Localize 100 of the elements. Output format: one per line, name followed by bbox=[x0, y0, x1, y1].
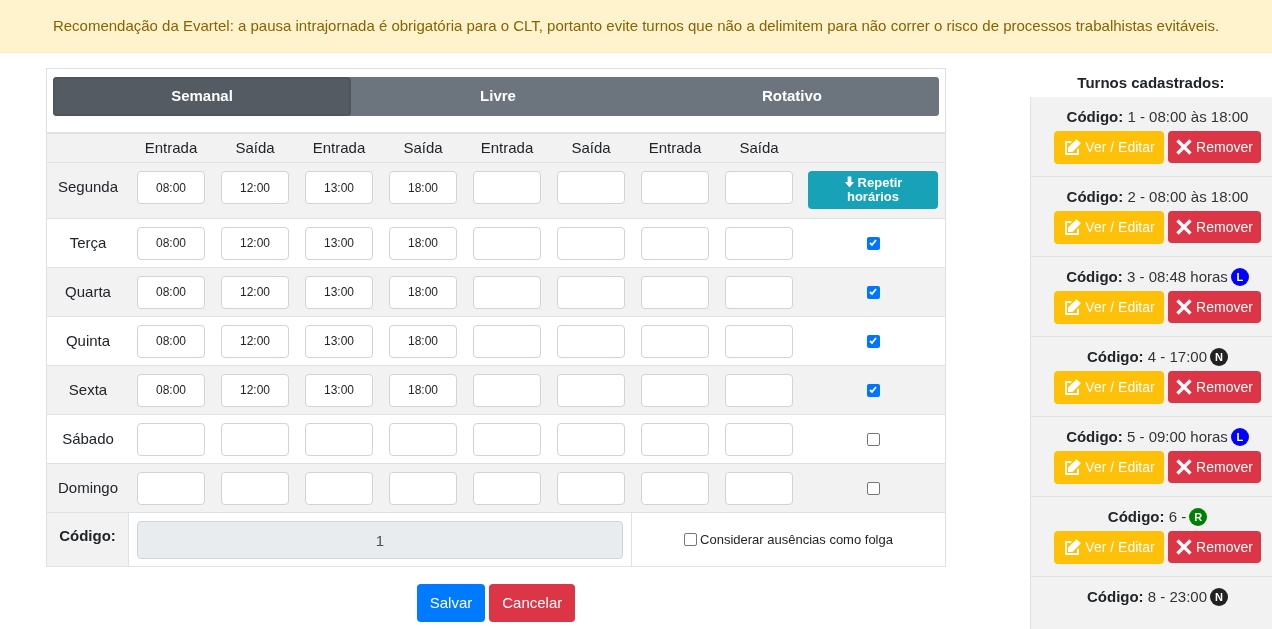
time-input[interactable] bbox=[641, 324, 709, 358]
time-input[interactable] bbox=[305, 471, 373, 505]
close-icon bbox=[1176, 539, 1193, 555]
shift-summary: Código: 1 - 08:00 às 18:00 bbox=[1066, 106, 1249, 127]
time-input[interactable]: 13:00 bbox=[305, 324, 373, 358]
time-input[interactable] bbox=[557, 422, 625, 456]
time-input[interactable] bbox=[641, 275, 709, 309]
close-icon bbox=[1176, 299, 1193, 315]
time-input[interactable]: 12:00 bbox=[221, 226, 289, 260]
time-input[interactable] bbox=[557, 471, 625, 505]
checkbox[interactable] bbox=[866, 432, 880, 446]
shift-summary: Código: 5 - 09:00 horas bbox=[1066, 426, 1228, 447]
remove-button[interactable]: Remover bbox=[1168, 291, 1261, 323]
time-input[interactable] bbox=[725, 422, 793, 456]
day-label: Sexta bbox=[67, 379, 109, 400]
time-input[interactable] bbox=[473, 471, 541, 505]
shift-type-badge: L bbox=[1230, 268, 1249, 286]
time-input[interactable] bbox=[557, 373, 625, 407]
checkbox[interactable] bbox=[684, 533, 698, 546]
time-input[interactable] bbox=[389, 422, 457, 456]
time-input[interactable] bbox=[557, 226, 625, 260]
time-input[interactable] bbox=[305, 422, 373, 456]
time-input[interactable]: 12:00 bbox=[221, 373, 289, 407]
tab[interactable]: Semanal bbox=[53, 77, 351, 116]
time-input[interactable] bbox=[473, 275, 541, 309]
remove-button[interactable]: Remover bbox=[1168, 371, 1261, 403]
time-input[interactable] bbox=[557, 275, 625, 309]
time-input[interactable]: 13:00 bbox=[305, 226, 373, 260]
time-input[interactable] bbox=[641, 373, 709, 407]
time-input[interactable]: 12:00 bbox=[221, 275, 289, 309]
alert-banner: Recomendação da Evartel: a pausa intrajornada é obrigatória para o CLT, portanto evite turnos que não a delimitem para não correr o risco de processos trabalhistas evitáveis. bbox=[0, 0, 1272, 53]
day-label: Terça bbox=[68, 232, 108, 253]
time-input[interactable]: 13:00 bbox=[305, 171, 373, 204]
close-icon bbox=[1176, 219, 1193, 235]
time-input[interactable] bbox=[137, 422, 205, 456]
time-input[interactable] bbox=[221, 422, 289, 456]
time-input[interactable] bbox=[725, 324, 793, 358]
checkbox[interactable] bbox=[866, 285, 880, 299]
time-input[interactable] bbox=[557, 171, 625, 204]
time-input[interactable] bbox=[473, 226, 541, 260]
checkbox[interactable] bbox=[866, 334, 880, 348]
edit-icon bbox=[1063, 378, 1082, 397]
time-input[interactable]: 18:00 bbox=[389, 275, 457, 309]
remove-button[interactable]: Remover bbox=[1168, 211, 1261, 243]
column-header: Saída bbox=[234, 137, 276, 158]
shift-summary: Código: 3 - 08:48 horas bbox=[1066, 266, 1228, 287]
time-input[interactable]: 08:00 bbox=[137, 226, 205, 260]
shift-summary: Código: 6 - bbox=[1107, 506, 1187, 527]
edit-icon bbox=[1063, 538, 1082, 557]
time-input[interactable]: 18:00 bbox=[389, 324, 457, 358]
time-input[interactable]: 12:00 bbox=[221, 324, 289, 358]
checkbox[interactable] bbox=[866, 481, 880, 495]
time-input[interactable] bbox=[557, 324, 625, 358]
time-input[interactable]: 08:00 bbox=[137, 324, 205, 358]
time-input[interactable] bbox=[641, 226, 709, 260]
time-input[interactable]: 13:00 bbox=[305, 373, 373, 407]
time-input[interactable]: 18:00 bbox=[389, 171, 457, 204]
time-input[interactable]: 12:00 bbox=[221, 171, 289, 204]
time-input[interactable] bbox=[473, 422, 541, 456]
time-input[interactable] bbox=[389, 471, 457, 505]
time-input[interactable]: 08:00 bbox=[137, 171, 205, 204]
code-label: Código: bbox=[47, 513, 129, 566]
remove-button[interactable]: Remover bbox=[1168, 451, 1261, 483]
checkbox[interactable] bbox=[866, 383, 880, 397]
time-input[interactable] bbox=[725, 226, 793, 260]
time-input[interactable] bbox=[725, 275, 793, 309]
time-input[interactable]: 08:00 bbox=[137, 373, 205, 407]
time-input[interactable] bbox=[473, 373, 541, 407]
close-icon bbox=[1176, 459, 1193, 475]
column-header: Entrada bbox=[647, 137, 703, 158]
remove-button[interactable]: Remover bbox=[1168, 131, 1261, 163]
time-input[interactable] bbox=[641, 471, 709, 505]
day-label: Sábado bbox=[61, 428, 115, 449]
time-input[interactable]: 08:00 bbox=[137, 275, 205, 309]
time-input[interactable] bbox=[137, 471, 205, 505]
edit-icon bbox=[1063, 218, 1082, 237]
column-header: Entrada bbox=[311, 137, 367, 158]
time-input[interactable] bbox=[641, 422, 709, 456]
close-icon bbox=[1176, 379, 1193, 395]
shift-summary: Código: 2 - 08:00 às 18:00 bbox=[1066, 186, 1249, 207]
time-input[interactable] bbox=[221, 471, 289, 505]
time-input[interactable]: 13:00 bbox=[305, 275, 373, 309]
time-input[interactable]: 18:00 bbox=[389, 226, 457, 260]
day-label: Segunda bbox=[56, 177, 120, 197]
time-input[interactable] bbox=[473, 171, 541, 204]
time-input[interactable]: 18:00 bbox=[389, 373, 457, 407]
save-button[interactable]: Salvar bbox=[416, 584, 486, 622]
time-input[interactable] bbox=[641, 171, 709, 204]
code-input[interactable]: 1 bbox=[137, 521, 623, 559]
time-input[interactable] bbox=[725, 171, 793, 204]
column-header: Entrada bbox=[479, 137, 535, 158]
cancel-button[interactable]: Cancelar bbox=[489, 584, 576, 622]
checkbox[interactable] bbox=[866, 236, 880, 250]
time-input[interactable] bbox=[725, 373, 793, 407]
day-label: Quinta bbox=[64, 330, 112, 351]
remove-button[interactable]: Remover bbox=[1168, 531, 1261, 563]
time-input[interactable] bbox=[473, 324, 541, 358]
time-input[interactable] bbox=[725, 471, 793, 505]
shift-type-badge: L bbox=[1230, 428, 1249, 446]
edit-icon bbox=[1063, 298, 1082, 317]
